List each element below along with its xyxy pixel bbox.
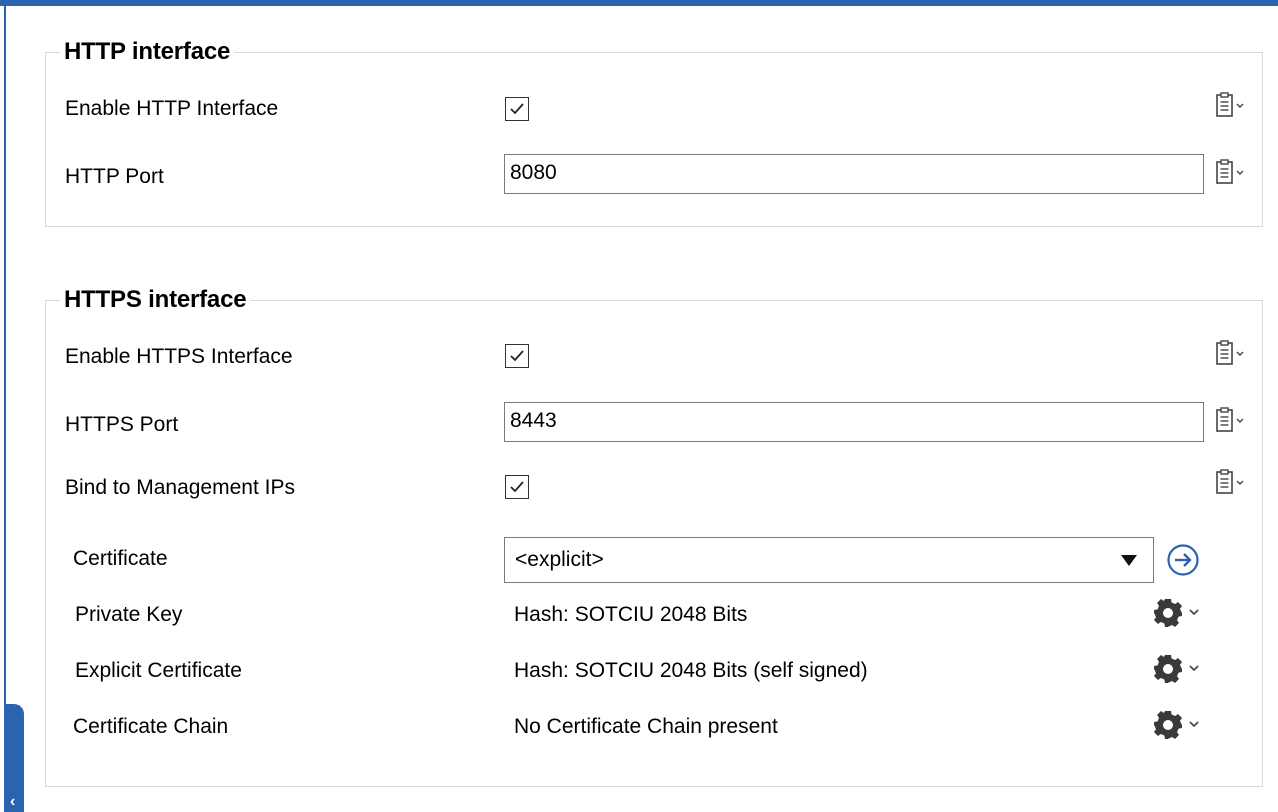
http-interface-group: HTTP interface — [45, 37, 1263, 227]
checkmark-icon — [510, 350, 524, 362]
gear-icon[interactable] — [1152, 596, 1204, 630]
clipboard-icon[interactable] — [1214, 159, 1250, 189]
certificate-chain-value: No Certificate Chain present — [514, 715, 778, 738]
enable-https-label: Enable HTTPS Interface — [65, 345, 293, 368]
https-port-input[interactable]: 8443 — [504, 402, 1204, 442]
certificate-label: Certificate — [73, 547, 168, 570]
clipboard-icon[interactable] — [1214, 92, 1250, 122]
enable-http-label: Enable HTTP Interface — [65, 97, 279, 120]
gear-icon[interactable] — [1152, 652, 1204, 686]
window-top-bar — [0, 0, 1278, 6]
https-group-title: HTTPS interface — [60, 285, 251, 315]
bind-management-ips-checkbox[interactable] — [505, 475, 529, 499]
clipboard-icon[interactable] — [1214, 469, 1250, 499]
left-panel-edge — [4, 6, 6, 812]
explicit-certificate-value: Hash: SOTCIU 2048 Bits (self signed) — [514, 659, 868, 682]
gear-icon[interactable] — [1152, 708, 1204, 742]
http-port-input[interactable]: 8080 — [504, 154, 1204, 194]
enable-http-checkbox[interactable] — [505, 97, 529, 121]
arrow-right-circle-icon[interactable] — [1166, 543, 1200, 577]
checkmark-icon — [510, 481, 524, 493]
certificate-select-value: <explicit> — [515, 548, 604, 571]
http-port-label: HTTP Port — [65, 165, 164, 188]
bind-management-ips-label: Bind to Management IPs — [65, 476, 295, 499]
certificate-select[interactable]: <explicit> — [504, 537, 1154, 583]
clipboard-icon[interactable] — [1214, 340, 1250, 370]
private-key-value: Hash: SOTCIU 2048 Bits — [514, 603, 748, 626]
private-key-label: Private Key — [75, 603, 183, 626]
collapse-panel-tab[interactable]: ‹ — [4, 704, 24, 812]
https-port-label: HTTPS Port — [65, 413, 179, 436]
chevron-left-icon: ‹ — [10, 793, 16, 810]
checkmark-icon — [510, 103, 524, 115]
dropdown-arrow-icon — [1121, 555, 1137, 566]
http-group-title: HTTP interface — [60, 37, 235, 67]
enable-https-checkbox[interactable] — [505, 344, 529, 368]
explicit-certificate-label: Explicit Certificate — [75, 659, 242, 682]
clipboard-icon[interactable] — [1214, 407, 1250, 437]
certificate-chain-label: Certificate Chain — [73, 715, 229, 738]
